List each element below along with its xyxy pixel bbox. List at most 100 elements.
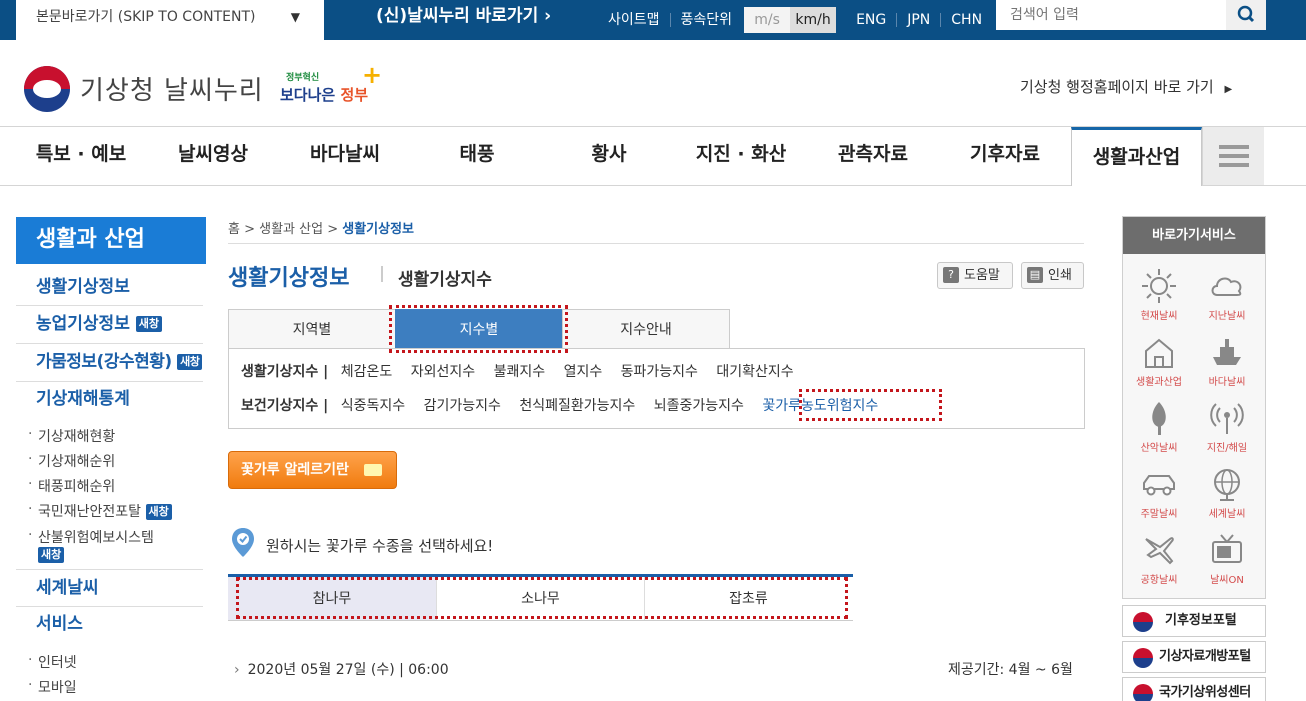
nav-life-industry[interactable]: 생활과산업 [1071, 127, 1202, 186]
page-subtitle: 생활기상지수 [398, 270, 492, 290]
question-icon: ? [943, 267, 959, 283]
breadcrumb-home[interactable]: 홈 [228, 222, 240, 237]
unit-kmh-button[interactable]: km/h [790, 7, 837, 33]
quick-mountain-weather[interactable]: 산악날씨 [1129, 395, 1189, 461]
unit-ms-button[interactable]: m/s [744, 7, 791, 33]
site-header: 기상청 날씨누리 정부혁신 보다나은 정부 + 기상청 행정홈페이지 바로 가기… [0, 40, 1306, 127]
pollen-weeds[interactable]: 잡초류 [644, 577, 852, 620]
quick-world-weather[interactable]: 세계날씨 [1197, 461, 1257, 527]
government-innovation-logo: 정부혁신 보다나은 정부 + [280, 61, 383, 104]
nav-warnings[interactable]: 특보 · 예보 [16, 127, 146, 185]
lnb-sub-disaster-rank[interactable]: 기상재해순위 [28, 451, 115, 471]
lnb-sub-wildfire[interactable]: 산불위험예보시스템새창 [28, 527, 198, 563]
index-pollen[interactable]: 꽃가루농도위험지수 [762, 398, 878, 414]
dropdown-triangle-icon: ▼ [290, 10, 300, 24]
quick-marine-weather[interactable]: 바다날씨 [1197, 329, 1257, 395]
triangle-right-icon: ▶ [1224, 84, 1233, 95]
lnb-item-agri[interactable]: 농업기상정보 새창 [16, 306, 203, 344]
pollen-oak[interactable]: 참나무 [228, 577, 436, 620]
nav-weather-video[interactable]: 날씨영상 [148, 127, 278, 185]
site-logo-text[interactable]: 기상청 날씨누리 [80, 70, 264, 107]
index-cold[interactable]: 감기가능지수 [424, 398, 501, 414]
lnb-item-disaster-stats[interactable]: 기상재해통계 [16, 382, 203, 418]
portal-climate-info[interactable]: 기후정보포털 [1122, 605, 1266, 637]
search-input[interactable] [996, 0, 1226, 30]
all-menu-button[interactable] [1202, 127, 1264, 185]
quick-life-industry[interactable]: 생활과산업 [1129, 329, 1189, 395]
lnb-sub-safety-portal[interactable]: 국민재난안전포탈 새창 [28, 501, 172, 521]
index-asthma[interactable]: 천식폐질환가능지수 [519, 398, 635, 414]
nav-yellow-dust[interactable]: 황사 [544, 127, 674, 185]
issue-datetime: › 2020년 05월 27일 (수) | 06:00 [234, 662, 449, 678]
lnb-sub-disaster-status[interactable]: 기상재해현황 [28, 426, 115, 446]
quick-airport-weather[interactable]: 공항날씨 [1129, 527, 1189, 593]
index-heat[interactable]: 열지수 [564, 364, 603, 380]
skip-to-content[interactable]: 본문바로가기 (SKIP TO CONTENT) ▼ [16, 0, 324, 40]
index-discomfort[interactable]: 불쾌지수 [494, 364, 546, 380]
nav-observation[interactable]: 관측자료 [808, 127, 938, 185]
lnb-item-drought[interactable]: 가뭄정보(강수현황) 새창 [16, 344, 203, 382]
portal-satellite-center[interactable]: 국가기상위성센터 [1122, 677, 1266, 701]
index-food-poisoning[interactable]: 식중독지수 [341, 398, 405, 414]
pollen-allergy-button[interactable]: 꽃가루 알레르기란 [228, 451, 397, 489]
quick-past-weather[interactable]: 지난날씨 [1197, 263, 1257, 329]
cloud-icon [1211, 277, 1242, 296]
print-icon: ▤ [1027, 267, 1043, 283]
quick-earthquake[interactable]: 지진/해일 [1197, 395, 1257, 461]
lang-jpn-link[interactable]: JPN [897, 13, 940, 27]
index-uv[interactable]: 자외선지수 [411, 364, 475, 380]
nav-earthquake[interactable]: 지진 · 화산 [676, 127, 806, 185]
search-icon [1237, 5, 1255, 23]
nav-typhoon[interactable]: 태풍 [412, 127, 542, 185]
location-pin-icon [232, 528, 254, 557]
lnb-item-life-weather[interactable]: 생활기상정보 [16, 270, 203, 306]
new-site-link[interactable]: (신)날씨누리 바로가기 › [376, 0, 551, 40]
tree-icon [1152, 402, 1166, 435]
portal-open-data[interactable]: 기상자료개방포털 [1122, 641, 1266, 673]
pollen-type-tabs: 참나무 소나무 잡초류 [228, 574, 853, 621]
main-nav: 특보 · 예보 날씨영상 바다날씨 태풍 황사 지진 · 화산 관측자료 기후자… [0, 127, 1306, 186]
kma-emblem-icon[interactable] [24, 66, 70, 112]
tab-index-guide[interactable]: 지수안내 [562, 309, 730, 349]
lnb-title: 생활과 산업 [16, 217, 206, 264]
tab-by-index[interactable]: 지수별 [395, 309, 563, 349]
life-index-row: 생활기상지수 | 체감온도 자외선지수 불쾌지수 열지수 동파가능지수 대기확산… [241, 364, 794, 380]
help-button[interactable]: ? 도움말 [937, 262, 1013, 289]
index-sensible-temp[interactable]: 체감온도 [341, 364, 393, 380]
index-stroke[interactable]: 뇌졸중가능지수 [654, 398, 744, 414]
lnb-sub-mobile[interactable]: 모바일 [28, 677, 77, 697]
lnb-item-service[interactable]: 서비스 [16, 607, 203, 643]
house-icon [1145, 338, 1173, 368]
pollen-pine[interactable]: 소나무 [436, 577, 644, 620]
quick-weekend-weather[interactable]: 주말날씨 [1129, 461, 1189, 527]
provision-period: 제공기간: 4월 ~ 6월 [948, 662, 1073, 678]
lnb-sub-internet[interactable]: 인터넷 [28, 652, 77, 672]
sitemap-link[interactable]: 사이트맵 [598, 13, 670, 27]
page-title: 생활기상정보 [228, 266, 350, 291]
skip-label: 본문바로가기 (SKIP TO CONTENT) [36, 9, 256, 25]
kma-emblem-icon [1133, 684, 1153, 701]
quick-current-weather[interactable]: 현재날씨 [1129, 263, 1189, 329]
kma-emblem-icon [1133, 612, 1153, 632]
nav-climate[interactable]: 기후자료 [940, 127, 1070, 185]
nav-marine[interactable]: 바다날씨 [280, 127, 410, 185]
index-air-diffusion[interactable]: 대기확산지수 [716, 364, 793, 380]
lnb-sub-typhoon-damage[interactable]: 태풍피해순위 [28, 476, 115, 496]
quick-weather-on[interactable]: 날씨ON [1197, 527, 1257, 593]
sun-icon [1142, 269, 1176, 303]
new-window-badge: 새창 [177, 354, 203, 370]
tab-by-region[interactable]: 지역별 [228, 309, 396, 349]
quick-service-panel: 바로가기서비스 현재날씨 지난날씨 생활과산업 바다날씨 산악날씨 지진/해일 … [1122, 216, 1266, 599]
search-button[interactable] [1226, 0, 1266, 30]
car-icon [1143, 475, 1175, 496]
quick-service-title: 바로가기서비스 [1123, 217, 1265, 254]
breadcrumb-life[interactable]: 생활과 산업 [259, 222, 323, 237]
lang-chn-link[interactable]: CHN [941, 13, 992, 27]
lang-eng-link[interactable]: ENG [846, 13, 896, 27]
pollen-select-prompt: 원하시는 꽃가루 수종을 선택하세요! [266, 537, 494, 555]
index-freeze[interactable]: 동파가능지수 [621, 364, 698, 380]
print-button[interactable]: ▤ 인쇄 [1021, 262, 1084, 289]
lnb-item-world-weather[interactable]: 세계날씨 [16, 569, 203, 607]
index-tabs: 지역별 지수별 지수안내 [228, 309, 731, 349]
admin-homepage-link[interactable]: 기상청 행정홈페이지 바로 가기 ▶ [1020, 76, 1232, 97]
